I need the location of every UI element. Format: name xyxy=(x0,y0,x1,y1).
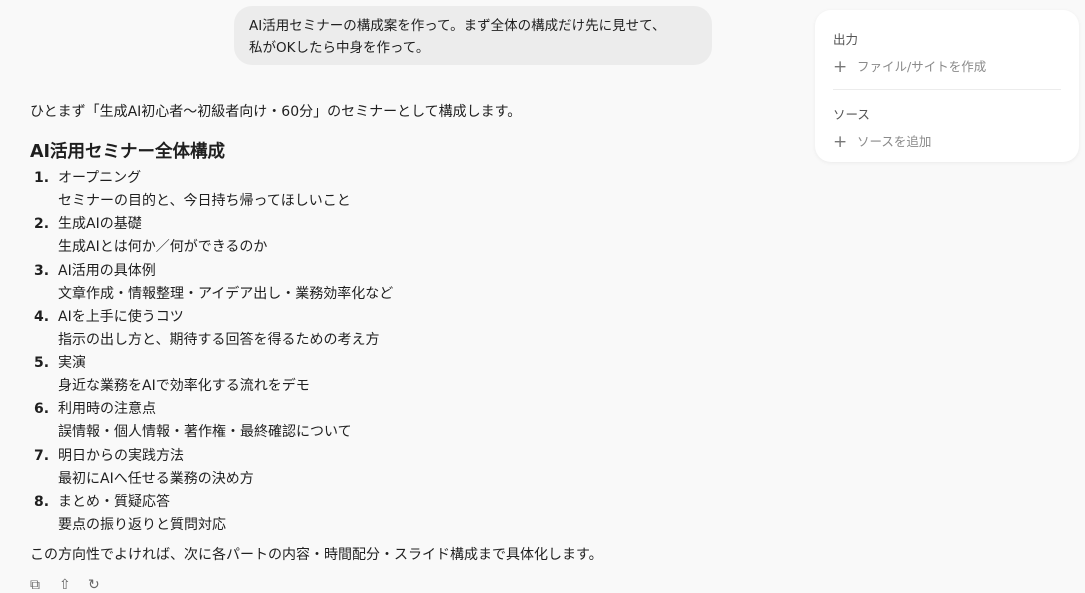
list-item: 8. まとめ・質疑応答 要点の振り返りと質問対応 xyxy=(30,491,393,537)
response-intro: ひとまず「生成AI初心者〜初級者向け・60分」のセミナーとして構成します。 xyxy=(30,104,522,120)
response-closing: この方向性でよければ、次に各パートの内容・時間配分・スライド構成まで具体化します… xyxy=(30,547,603,563)
item-number: 8. xyxy=(34,494,50,511)
list-item: 1. オープニング セミナーの目的と、今日持ち帰ってほしいこと xyxy=(30,167,393,213)
item-description: 指示の出し方と、期待する回答を得るための考え方 xyxy=(58,331,380,348)
item-number: 3. xyxy=(34,262,50,279)
list-item: 7. 明日からの実践方法 最初にAIへ任せる業務の決め方 xyxy=(30,445,393,491)
item-number: 4. xyxy=(34,308,50,325)
item-number: 1. xyxy=(34,170,50,186)
item-title: AI活用の具体例 xyxy=(58,262,156,279)
side-panel: 出力 + ファイル/サイトを作成 ソース + ソースを追加 xyxy=(815,10,1079,162)
response-heading: AI活用セミナー全体構成 xyxy=(30,142,226,162)
sources-section-label: ソース xyxy=(833,107,870,122)
item-description: セミナーの目的と、今日持ち帰ってほしいこと xyxy=(58,193,351,209)
add-source-button[interactable]: + ソースを追加 xyxy=(833,131,931,152)
item-number: 6. xyxy=(34,401,50,418)
create-file-site-button[interactable]: + ファイル/サイトを作成 xyxy=(833,56,986,77)
output-section-label: 出力 xyxy=(833,32,859,47)
item-title: 利用時の注意点 xyxy=(58,401,156,418)
item-number: 2. xyxy=(34,216,50,233)
item-title: 実演 xyxy=(58,355,86,372)
item-number: 7. xyxy=(34,447,50,464)
user-message-line: 私がOKしたら中身を作って。 xyxy=(249,40,430,56)
copy-icon[interactable]: ⧉ xyxy=(30,578,40,592)
create-file-site-label: ファイル/サイトを作成 xyxy=(857,59,987,74)
list-item: 5. 実演 身近な業務をAIで効率化する流れをデモ xyxy=(30,352,393,398)
user-message-bubble: AI活用セミナーの構成案を作って。まず全体の構成だけ先に見せて、 私がOKしたら… xyxy=(234,6,712,65)
item-description: 文章作成・情報整理・アイデア出し・業務効率化など xyxy=(58,285,394,302)
list-item: 4. AIを上手に使うコツ 指示の出し方と、期待する回答を得るための考え方 xyxy=(30,306,393,352)
list-item: 2. 生成AIの基礎 生成AIとは何か／何ができるのか xyxy=(30,213,393,259)
item-description: 誤情報・個人情報・著作権・最終確認について xyxy=(58,424,352,441)
user-message-line: AI活用セミナーの構成案を作って。まず全体の構成だけ先に見せて、 xyxy=(249,18,666,34)
list-item: 3. AI活用の具体例 文章作成・情報整理・アイデア出し・業務効率化など xyxy=(30,260,393,306)
item-description: 要点の振り返りと質問対応 xyxy=(58,517,226,534)
item-description: 身近な業務をAIで効率化する流れをデモ xyxy=(58,378,310,395)
seminar-outline-list: 1. オープニング セミナーの目的と、今日持ち帰ってほしいこと 2. 生成AIの… xyxy=(30,167,393,537)
retry-icon[interactable]: ↻ xyxy=(88,578,100,592)
item-title: AIを上手に使うコツ xyxy=(58,308,184,325)
item-title: 明日からの実践方法 xyxy=(58,447,184,464)
item-number: 5. xyxy=(34,355,50,372)
plus-icon: + xyxy=(833,132,848,152)
panel-divider xyxy=(833,89,1061,90)
item-title: オープニング xyxy=(58,170,142,186)
share-icon[interactable]: ⇧ xyxy=(59,578,71,592)
plus-icon: + xyxy=(833,57,848,77)
add-source-label: ソースを追加 xyxy=(857,134,932,149)
item-title: まとめ・質疑応答 xyxy=(58,494,170,511)
item-description: 最初にAIへ任せる業務の決め方 xyxy=(58,470,254,487)
item-description: 生成AIとは何か／何ができるのか xyxy=(58,239,268,256)
list-item: 6. 利用時の注意点 誤情報・個人情報・著作権・最終確認について xyxy=(30,398,393,444)
item-title: 生成AIの基礎 xyxy=(58,216,142,233)
